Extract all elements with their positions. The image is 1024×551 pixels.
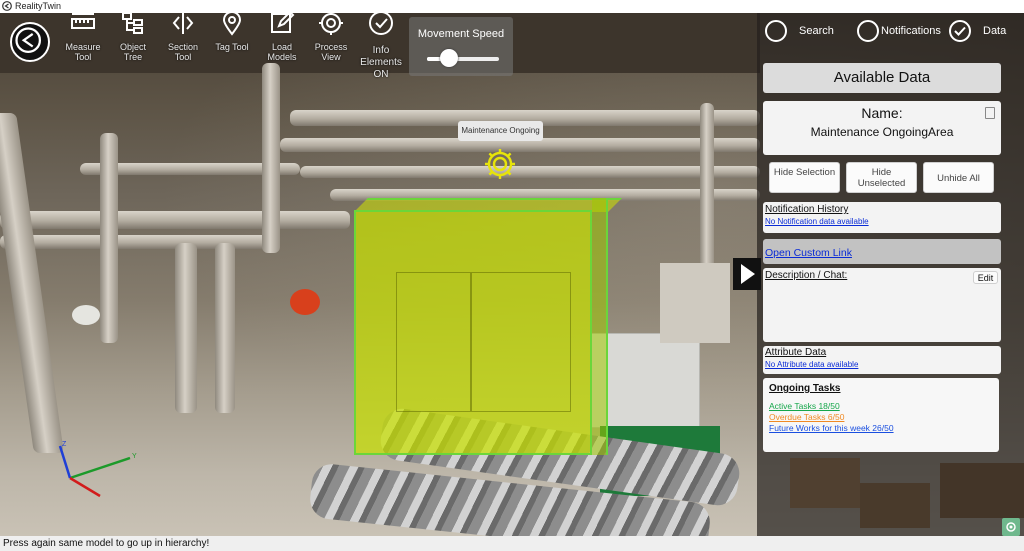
hide-selection-button[interactable]: Hide Selection: [769, 162, 840, 193]
pipe: [0, 235, 280, 249]
ongoing-tasks-card: Ongoing Tasks Active Tasks 18/50 Overdue…: [763, 378, 999, 452]
toolbar-label: Measure Tool: [65, 42, 101, 62]
vertical-pipe: [100, 133, 118, 343]
vertical-pipe: [215, 243, 235, 413]
ruler-icon: [71, 13, 95, 29]
copy-icon[interactable]: [985, 107, 995, 119]
process-gear-icon: [319, 11, 343, 35]
name-value: Maintenance OngoingArea: [810, 125, 954, 139]
description-title: Description / Chat:: [765, 270, 848, 281]
play-arrow-icon: [741, 264, 755, 284]
notification-history-title: Notification History: [765, 204, 849, 215]
custom-link-card: Open Custom Link: [763, 239, 1001, 264]
future-works-link[interactable]: Future Works for this week 26/50: [769, 423, 993, 433]
window-title: RealityTwin: [15, 1, 62, 11]
name-card: Name: Maintenance OngoingArea: [763, 101, 1001, 155]
svg-text:Z: Z: [62, 441, 67, 448]
radio-circle-icon: [765, 20, 787, 42]
red-valve: [290, 289, 320, 315]
machine-unit: [396, 272, 471, 412]
toolbar-label: Section Tool: [167, 42, 199, 62]
settings-icon: [1006, 522, 1016, 532]
svg-text:Y: Y: [132, 453, 137, 460]
toolbar-label: Process View: [314, 42, 348, 62]
toolbar-label: Object Tree: [119, 42, 146, 62]
movement-speed-label: Movement Speed: [417, 28, 505, 40]
vertical-pipe: [262, 63, 280, 253]
maintenance-gear-icon[interactable]: [482, 146, 518, 182]
notification-history-link[interactable]: No Notification data available: [765, 217, 999, 226]
check-circle-icon: [369, 11, 393, 35]
map-pin-icon: [222, 11, 242, 36]
edit-description-button[interactable]: Edit: [973, 271, 998, 284]
section-tool-button[interactable]: Section Tool: [161, 10, 205, 62]
pipe: [0, 211, 350, 229]
ongoing-tasks-title: Ongoing Tasks: [769, 383, 841, 394]
model-highlight-side: [592, 198, 608, 455]
steel-beam: [0, 113, 64, 453]
process-view-button[interactable]: Process View: [309, 10, 353, 62]
pipe: [300, 166, 760, 178]
pipe-cap: [72, 305, 100, 325]
overdue-tasks-link[interactable]: Overdue Tasks 6/50: [769, 412, 993, 422]
info-tag-label[interactable]: Maintenance Ongoing: [458, 121, 543, 141]
movement-speed-panel: Movement Speed: [409, 17, 513, 76]
edit-icon: [271, 10, 295, 33]
attribute-data-card: Attribute Data No Attribute data availab…: [763, 346, 1001, 374]
ibc-container-back: [660, 263, 730, 343]
tree-icon: [122, 12, 143, 34]
section-icon: [172, 12, 194, 34]
status-bar: Press again same model to go up in hiera…: [0, 536, 1024, 551]
corner-settings-button[interactable]: [1002, 518, 1020, 536]
measure-tool-button[interactable]: Measure Tool: [61, 10, 105, 62]
app-logo-icon: [2, 1, 12, 11]
collapse-panel-button[interactable]: [733, 258, 761, 290]
name-label: Name:: [861, 105, 903, 121]
open-custom-link[interactable]: Open Custom Link: [765, 247, 852, 259]
available-data-header: Available Data: [763, 63, 1001, 93]
description-card: Description / Chat: Edit: [763, 268, 1001, 342]
machine-unit: [471, 272, 571, 412]
toolbar-label: Load Models: [267, 42, 297, 62]
attribute-data-title: Attribute Data: [765, 347, 827, 358]
load-models-button[interactable]: Load Models: [260, 10, 304, 62]
movement-speed-slider-handle[interactable]: [439, 49, 458, 67]
selected-model-highlight[interactable]: [354, 210, 592, 455]
active-tasks-link[interactable]: Active Tasks 18/50: [769, 401, 993, 411]
movement-speed-track[interactable]: [427, 57, 499, 61]
app-logo-button[interactable]: [10, 22, 50, 62]
axis-gizmo: Z Y: [58, 441, 137, 498]
tag-tool-button[interactable]: Tag Tool: [210, 10, 254, 52]
object-tree-button[interactable]: Object Tree: [111, 10, 155, 62]
vertical-pipe: [175, 243, 197, 413]
attribute-data-link[interactable]: No Attribute data available: [765, 360, 999, 369]
toolbar-label: Tag Tool: [215, 42, 249, 52]
top-navigation: Search Notifications Data: [757, 16, 1024, 46]
hide-unselected-button[interactable]: Hide Unselected: [846, 162, 917, 193]
vertical-pipe: [700, 103, 714, 273]
check-circle-icon: [949, 20, 971, 42]
notification-history-card: Notification History No Notification dat…: [763, 202, 1001, 233]
unhide-all-button[interactable]: Unhide All: [923, 162, 994, 193]
toolbar-label: Info Elements ON: [360, 45, 402, 80]
radio-circle-icon: [857, 20, 879, 42]
app-logo-icon: [15, 27, 42, 54]
info-elements-button[interactable]: Info Elements ON: [359, 10, 403, 81]
